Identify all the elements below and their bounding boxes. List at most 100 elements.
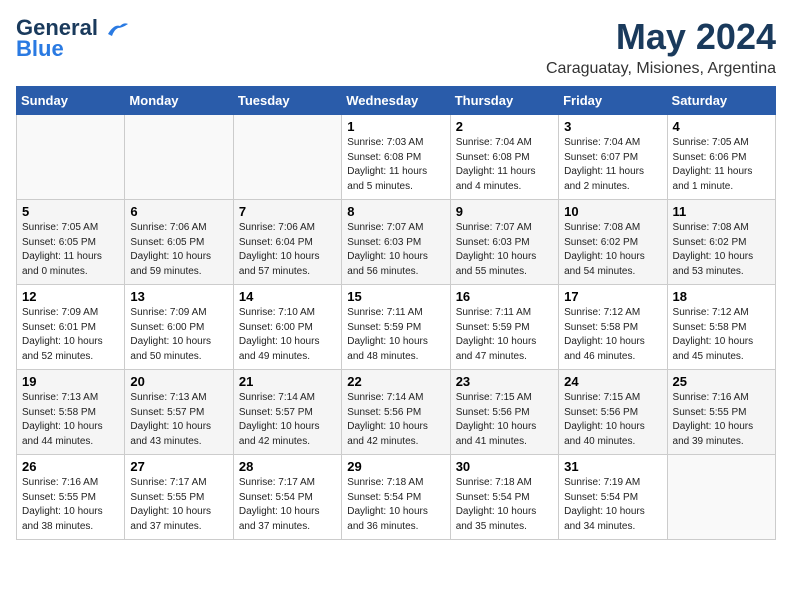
day-number: 24 — [564, 374, 661, 389]
calendar-day-cell: 11 Sunrise: 7:08 AMSunset: 6:02 PMDayligh… — [667, 200, 775, 285]
day-number: 19 — [22, 374, 119, 389]
day-info: Sunrise: 7:11 AMSunset: 5:59 PMDaylight:… — [347, 306, 444, 364]
day-number: 5 — [22, 204, 119, 219]
calendar-day-cell: 15Sunrise: 7:11 AMSunset: 5:59 PMDayligh… — [342, 285, 450, 370]
calendar-week-row: 19 Sunrise: 7:13 AMSunset: 5:58 PMDayligh… — [17, 370, 776, 455]
logo-bird-icon — [106, 20, 128, 38]
day-number: 2 — [456, 119, 553, 134]
day-info: Sunrise: 7:05 AMSunset: 6:06 PMDaylight:… — [673, 136, 770, 194]
day-number: 6 — [130, 204, 227, 219]
day-info: Sunrise: 7:16 AMSunset: 5:55 PMDaylight:… — [673, 391, 770, 449]
calendar-day-cell: 6 Sunrise: 7:06 AMSunset: 6:05 PMDaylight… — [125, 200, 233, 285]
col-header-wednesday: Wednesday — [342, 87, 450, 115]
day-number: 8 — [347, 204, 444, 219]
calendar-day-cell: 21Sunrise: 7:14 AMSunset: 5:57 PMDayligh… — [233, 370, 341, 455]
day-number: 26 — [22, 459, 119, 474]
day-number: 12 — [22, 289, 119, 304]
calendar-day-cell: 4 Sunrise: 7:05 AMSunset: 6:06 PMDaylight… — [667, 115, 775, 200]
day-info: Sunrise: 7:09 AMSunset: 6:01 PMDaylight:… — [22, 306, 119, 364]
day-info: Sunrise: 7:12 AMSunset: 5:58 PMDaylight:… — [673, 306, 770, 364]
calendar-day-cell: 12 Sunrise: 7:09 AMSunset: 6:01 PMDayligh… — [17, 285, 125, 370]
calendar-day-cell — [125, 115, 233, 200]
calendar-week-row: 12 Sunrise: 7:09 AMSunset: 6:01 PMDayligh… — [17, 285, 776, 370]
calendar-day-cell: 1 Sunrise: 7:03 AMSunset: 6:08 PMDaylight… — [342, 115, 450, 200]
calendar-day-cell: 7 Sunrise: 7:06 AMSunset: 6:04 PMDaylight… — [233, 200, 341, 285]
day-number: 3 — [564, 119, 661, 134]
col-header-tuesday: Tuesday — [233, 87, 341, 115]
day-info: Sunrise: 7:14 AMSunset: 5:56 PMDaylight:… — [347, 391, 444, 449]
day-info: Sunrise: 7:06 AMSunset: 6:05 PMDaylight:… — [130, 221, 227, 279]
col-header-thursday: Thursday — [450, 87, 558, 115]
day-info: Sunrise: 7:10 AMSunset: 6:00 PMDaylight:… — [239, 306, 336, 364]
calendar-day-cell: 16Sunrise: 7:11 AMSunset: 5:59 PMDayligh… — [450, 285, 558, 370]
day-info: Sunrise: 7:12 AMSunset: 5:58 PMDaylight:… — [564, 306, 661, 364]
calendar-day-cell: 24 Sunrise: 7:15 AMSunset: 5:56 PMDayligh… — [559, 370, 667, 455]
location-subtitle: Caraguatay, Misiones, Argentina — [546, 60, 776, 78]
day-info: Sunrise: 7:16 AMSunset: 5:55 PMDaylight:… — [22, 476, 119, 534]
day-number: 27 — [130, 459, 227, 474]
day-info: Sunrise: 7:15 AMSunset: 5:56 PMDaylight:… — [456, 391, 553, 449]
calendar-day-cell — [667, 455, 775, 540]
day-number: 1 — [347, 119, 444, 134]
col-header-sunday: Sunday — [17, 87, 125, 115]
day-number: 22 — [347, 374, 444, 389]
calendar-day-cell: 17 Sunrise: 7:12 AMSunset: 5:58 PMDayligh… — [559, 285, 667, 370]
day-info: Sunrise: 7:09 AMSunset: 6:00 PMDaylight:… — [130, 306, 227, 364]
day-info: Sunrise: 7:11 AMSunset: 5:59 PMDaylight:… — [456, 306, 553, 364]
day-number: 17 — [564, 289, 661, 304]
calendar-day-cell: 22 Sunrise: 7:14 AMSunset: 5:56 PMDayligh… — [342, 370, 450, 455]
col-header-friday: Friday — [559, 87, 667, 115]
calendar-day-cell — [233, 115, 341, 200]
logo: General Blue — [16, 16, 128, 62]
day-info: Sunrise: 7:13 AMSunset: 5:57 PMDaylight:… — [130, 391, 227, 449]
calendar-day-cell: 20Sunrise: 7:13 AMSunset: 5:57 PMDayligh… — [125, 370, 233, 455]
day-number: 7 — [239, 204, 336, 219]
calendar-day-cell: 23Sunrise: 7:15 AMSunset: 5:56 PMDayligh… — [450, 370, 558, 455]
day-number: 13 — [130, 289, 227, 304]
calendar-day-cell: 13 Sunrise: 7:09 AMSunset: 6:00 PMDayligh… — [125, 285, 233, 370]
day-info: Sunrise: 7:19 AMSunset: 5:54 PMDaylight:… — [564, 476, 661, 534]
calendar-table: SundayMondayTuesdayWednesdayThursdayFrid… — [16, 86, 776, 540]
calendar-day-cell: 19 Sunrise: 7:13 AMSunset: 5:58 PMDayligh… — [17, 370, 125, 455]
day-info: Sunrise: 7:14 AMSunset: 5:57 PMDaylight:… — [239, 391, 336, 449]
calendar-day-cell: 8Sunrise: 7:07 AMSunset: 6:03 PMDaylight… — [342, 200, 450, 285]
calendar-day-cell: 3 Sunrise: 7:04 AMSunset: 6:07 PMDaylight… — [559, 115, 667, 200]
day-info: Sunrise: 7:03 AMSunset: 6:08 PMDaylight:… — [347, 136, 444, 194]
day-info: Sunrise: 7:13 AMSunset: 5:58 PMDaylight:… — [22, 391, 119, 449]
calendar-week-row: 26 Sunrise: 7:16 AMSunset: 5:55 PMDayligh… — [17, 455, 776, 540]
day-number: 14 — [239, 289, 336, 304]
day-info: Sunrise: 7:18 AMSunset: 5:54 PMDaylight:… — [456, 476, 553, 534]
calendar-day-cell: 5Sunrise: 7:05 AMSunset: 6:05 PMDaylight… — [17, 200, 125, 285]
day-number: 11 — [673, 204, 770, 219]
day-number: 9 — [456, 204, 553, 219]
calendar-day-cell: 28Sunrise: 7:17 AMSunset: 5:54 PMDayligh… — [233, 455, 341, 540]
day-info: Sunrise: 7:04 AMSunset: 6:08 PMDaylight:… — [456, 136, 553, 194]
day-number: 25 — [673, 374, 770, 389]
calendar-day-cell: 9Sunrise: 7:07 AMSunset: 6:03 PMDaylight… — [450, 200, 558, 285]
calendar-day-cell — [17, 115, 125, 200]
calendar-day-cell: 29Sunrise: 7:18 AMSunset: 5:54 PMDayligh… — [342, 455, 450, 540]
day-info: Sunrise: 7:08 AMSunset: 6:02 PMDaylight:… — [564, 221, 661, 279]
calendar-day-cell: 31Sunrise: 7:19 AMSunset: 5:54 PMDayligh… — [559, 455, 667, 540]
calendar-day-cell: 18 Sunrise: 7:12 AMSunset: 5:58 PMDayligh… — [667, 285, 775, 370]
day-number: 4 — [673, 119, 770, 134]
calendar-day-cell: 25 Sunrise: 7:16 AMSunset: 5:55 PMDayligh… — [667, 370, 775, 455]
title-area: May 2024 Caraguatay, Misiones, Argentina — [546, 16, 776, 78]
day-info: Sunrise: 7:06 AMSunset: 6:04 PMDaylight:… — [239, 221, 336, 279]
calendar-header-row: SundayMondayTuesdayWednesdayThursdayFrid… — [17, 87, 776, 115]
calendar-day-cell: 26 Sunrise: 7:16 AMSunset: 5:55 PMDayligh… — [17, 455, 125, 540]
calendar-week-row: 5Sunrise: 7:05 AMSunset: 6:05 PMDaylight… — [17, 200, 776, 285]
day-number: 18 — [673, 289, 770, 304]
day-number: 10 — [564, 204, 661, 219]
day-info: Sunrise: 7:15 AMSunset: 5:56 PMDaylight:… — [564, 391, 661, 449]
day-info: Sunrise: 7:04 AMSunset: 6:07 PMDaylight:… — [564, 136, 661, 194]
calendar-day-cell: 14 Sunrise: 7:10 AMSunset: 6:00 PMDayligh… — [233, 285, 341, 370]
col-header-saturday: Saturday — [667, 87, 775, 115]
day-info: Sunrise: 7:08 AMSunset: 6:02 PMDaylight:… — [673, 221, 770, 279]
logo-blue: Blue — [16, 36, 64, 62]
day-number: 30 — [456, 459, 553, 474]
calendar-day-cell: 2 Sunrise: 7:04 AMSunset: 6:08 PMDaylight… — [450, 115, 558, 200]
day-info: Sunrise: 7:17 AMSunset: 5:55 PMDaylight:… — [130, 476, 227, 534]
col-header-monday: Monday — [125, 87, 233, 115]
month-year-title: May 2024 — [546, 16, 776, 58]
